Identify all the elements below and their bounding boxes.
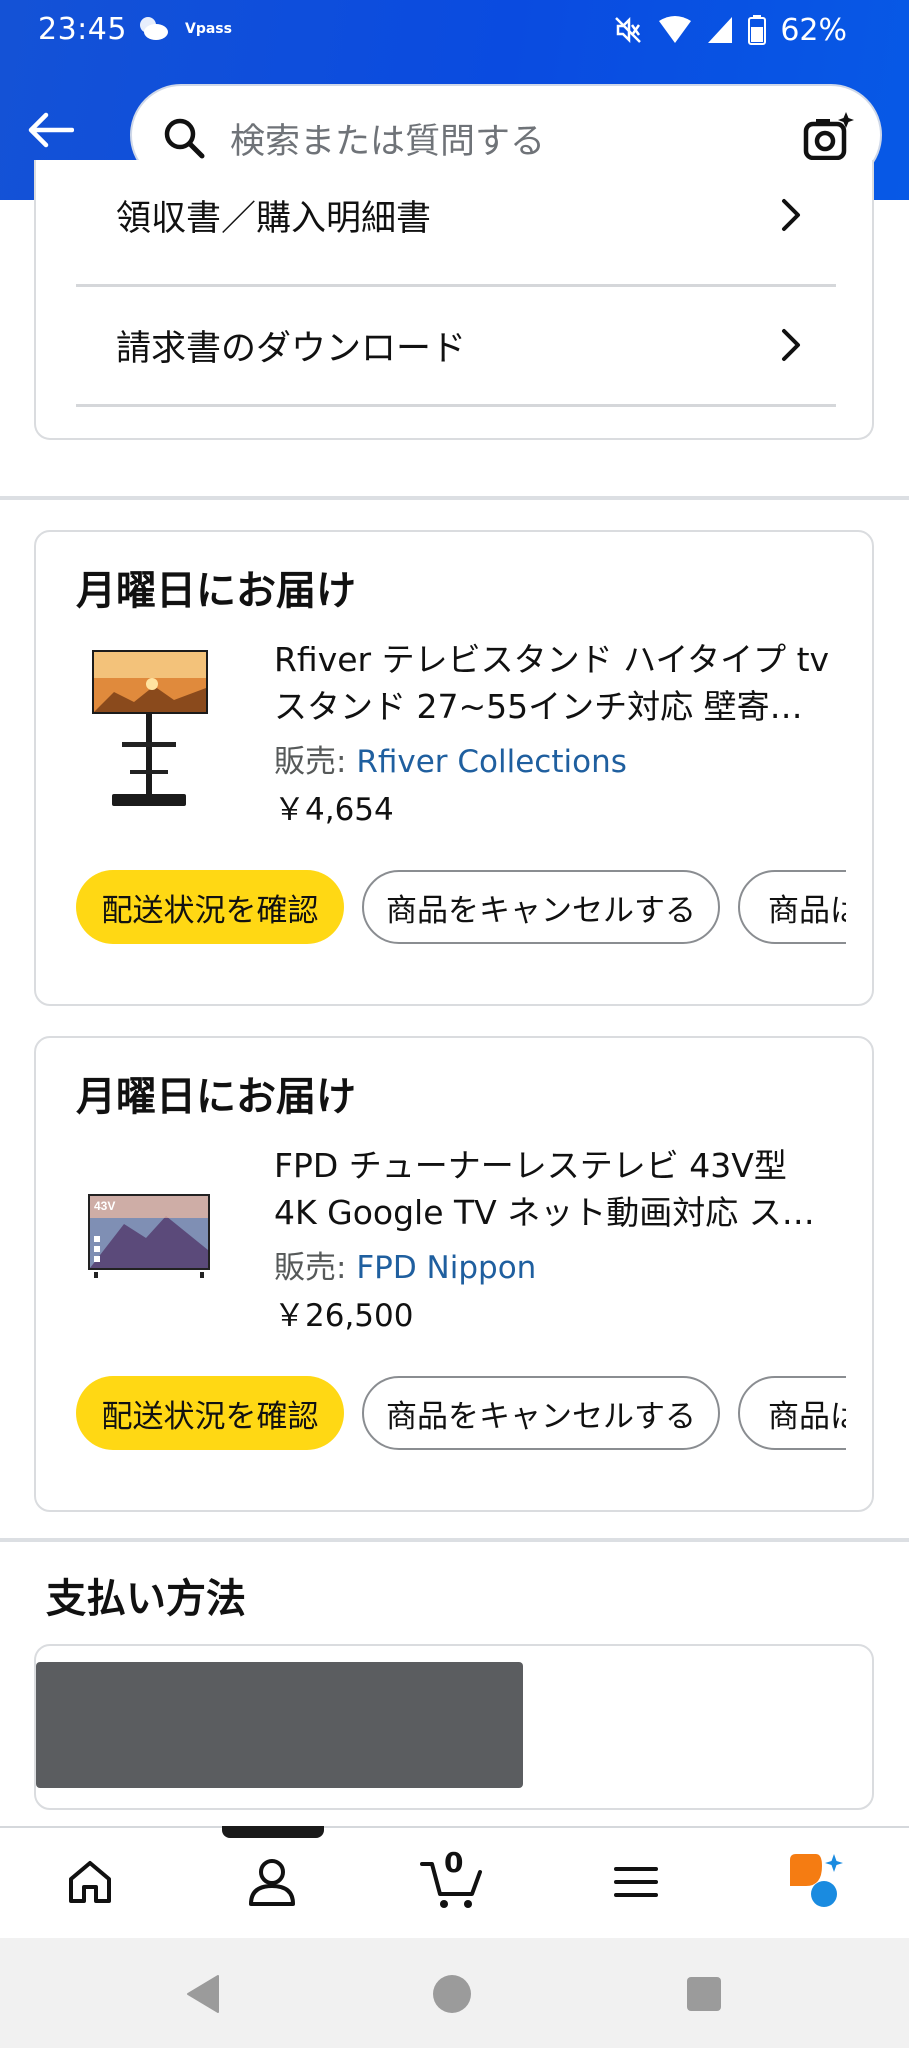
thumb-badge: 43V <box>94 1199 115 1213</box>
seller-link[interactable]: Rfiver Collections <box>356 744 627 780</box>
rufus-icon <box>790 1854 843 1907</box>
weather-icon <box>140 17 168 40</box>
order-menu-card: 領収書／購入明細書 請求書のダウンロード <box>34 160 874 440</box>
search-icon <box>164 118 205 159</box>
track-package-button[interactable]: 配送状況を確認 <box>76 870 344 944</box>
battery-icon <box>748 15 767 45</box>
section-separator <box>0 496 909 500</box>
home-icon <box>69 1861 111 1903</box>
signal-icon <box>708 17 733 43</box>
status-bar: 23:45 Vpass 62% <box>0 0 909 62</box>
payment-method-title: 支払い方法 <box>46 1576 246 1622</box>
mute-icon <box>615 16 642 44</box>
arrow-left-icon <box>28 112 74 148</box>
nav-cart[interactable]: 0 <box>420 1846 484 1912</box>
product-price: ￥26,500 <box>274 1298 414 1334</box>
system-home-icon[interactable] <box>432 1974 472 2014</box>
payment-method-card[interactable] <box>34 1644 874 1810</box>
more-action-button[interactable]: 商品は <box>738 870 846 944</box>
track-package-button[interactable]: 配送状況を確認 <box>76 1376 344 1450</box>
divider <box>76 404 836 407</box>
seller-line: 販売: Rfiver Collections <box>274 736 627 781</box>
status-app-label: Vpass <box>185 21 232 37</box>
cancel-item-button[interactable]: 商品をキャンセルする <box>362 870 720 944</box>
menu-item-invoice-download[interactable]: 請求書のダウンロード <box>76 286 836 404</box>
product-title-link[interactable]: Rfiver テレビスタンド ハイタイプ tvスタンド 27~55インチ対応 壁… <box>274 636 834 730</box>
section-separator <box>0 1538 909 1542</box>
bottom-nav: 0 <box>0 1826 909 1938</box>
chevron-right-icon <box>782 329 800 361</box>
system-nav-bar <box>0 1938 909 2048</box>
nav-rufus[interactable] <box>786 1852 850 1912</box>
active-tab-indicator <box>222 1826 324 1838</box>
product-image[interactable]: 43V <box>80 1146 218 1316</box>
nav-home[interactable] <box>60 1852 120 1912</box>
order-card: 月曜日にお届け Rfiver テレビスタンド ハイタイプ tvスタンド 27~5… <box>34 530 874 1006</box>
battery-percent: 62% <box>780 12 847 48</box>
account-icon <box>249 1859 295 1906</box>
seller-prefix: 販売: <box>274 744 357 780</box>
system-back-icon[interactable] <box>184 1974 224 2014</box>
seller-link[interactable]: FPD Nippon <box>356 1250 536 1286</box>
nav-account[interactable] <box>242 1852 302 1912</box>
nav-menu[interactable] <box>606 1852 666 1912</box>
status-indicators: 62% <box>612 10 847 50</box>
seller-line: 販売: FPD Nippon <box>274 1242 536 1287</box>
menu-icon <box>614 1867 658 1897</box>
product-image[interactable] <box>84 640 214 810</box>
back-button[interactable] <box>26 108 76 152</box>
menu-item-label: 領収書／購入明細書 <box>116 198 432 239</box>
system-recents-icon[interactable] <box>686 1976 722 2012</box>
chevron-right-icon <box>782 199 800 231</box>
menu-item-label: 請求書のダウンロード <box>116 328 467 369</box>
order-action-buttons: 配送状況を確認 商品をキャンセルする 商品は <box>76 1376 846 1452</box>
delivery-date: 月曜日にお届け <box>76 568 356 614</box>
wifi-icon <box>659 16 692 43</box>
more-action-button[interactable]: 商品は <box>738 1376 846 1450</box>
cancel-item-button[interactable]: 商品をキャンセルする <box>362 1376 720 1450</box>
order-action-buttons: 配送状況を確認 商品をキャンセルする 商品は <box>76 870 846 946</box>
seller-prefix: 販売: <box>274 1250 357 1286</box>
cart-count-badge: 0 <box>444 1846 464 1879</box>
redacted-payment-info <box>36 1662 523 1788</box>
product-title-link[interactable]: FPD チューナーレステレビ 43V型 4K Google TV ネット動画対応… <box>274 1142 834 1236</box>
status-time: 23:45 <box>38 12 127 47</box>
product-price: ￥4,654 <box>274 792 394 828</box>
delivery-date: 月曜日にお届け <box>76 1074 356 1120</box>
menu-item-receipt[interactable]: 領収書／購入明細書 <box>76 156 836 274</box>
order-card: 月曜日にお届け 43V FPD チューナーレステレビ 43V型 4K Googl… <box>34 1036 874 1512</box>
